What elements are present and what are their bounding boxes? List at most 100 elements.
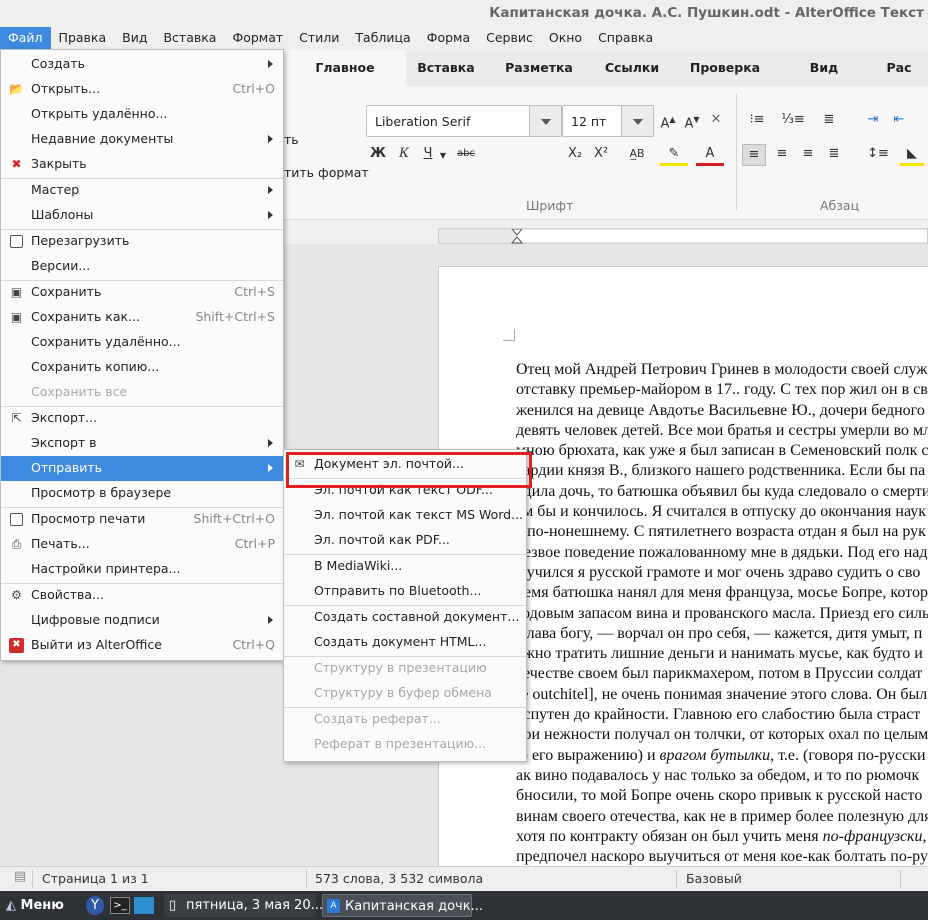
- shrink-font-icon[interactable]: A▼: [682, 110, 702, 132]
- subscript-button[interactable]: X₂: [564, 144, 586, 166]
- indent-decrease-icon[interactable]: ⇤: [888, 110, 910, 132]
- font-name-combo[interactable]: Liberation Serif: [366, 105, 562, 137]
- file_menu-item-22[interactable]: Цифровые подписи: [1, 608, 283, 633]
- strikethrough-button[interactable]: аbc: [454, 144, 478, 166]
- ribbon-tab-4[interactable]: Проверка: [672, 50, 778, 86]
- file_menu-item-15[interactable]: Экспорт в: [1, 431, 283, 456]
- chevron-down-icon[interactable]: [529, 106, 561, 136]
- submenu-arrow-icon: [268, 60, 273, 68]
- send_menu-item-9: Структуру в буфер обмена: [284, 681, 526, 706]
- ribbon-tab-1[interactable]: Вставка: [406, 50, 486, 86]
- file_menu-item-17[interactable]: Просмотр в браузере: [1, 481, 283, 506]
- file_menu-item-11[interactable]: Сохранить удалённо...: [1, 330, 283, 355]
- italic-button[interactable]: К: [394, 144, 414, 166]
- start-menu-button[interactable]: ◭ Меню: [6, 894, 64, 917]
- case-icon[interactable]: A̲B: [622, 144, 652, 166]
- file_menu-item-23[interactable]: ✖ Выйти из AlterOffice Ctrl+Q: [1, 633, 283, 658]
- menu-4[interactable]: Формат: [224, 27, 291, 49]
- ribbon-tab-0[interactable]: Главное: [284, 50, 406, 86]
- ribbon-tab-3[interactable]: Ссылки: [592, 50, 672, 86]
- file_menu-item-10[interactable]: ▣ Сохранить как... Shift+Ctrl+S: [1, 305, 283, 330]
- bullet-list-icon[interactable]: ⁝≡: [742, 110, 772, 132]
- underline-button[interactable]: Ч: [418, 144, 438, 166]
- clone-format-button[interactable]: тить формат: [284, 165, 369, 180]
- file_menu-item-9[interactable]: ▣ Сохранить Ctrl+S: [1, 280, 283, 305]
- file_menu-label: Сохранить удалённо...: [31, 334, 181, 349]
- align-right-button[interactable]: ≡: [796, 144, 820, 166]
- file_menu-item-20[interactable]: Настройки принтера...: [1, 557, 283, 582]
- export-icon: ⇱: [11, 411, 22, 425]
- file_menu-item-12[interactable]: Сохранить копию...: [1, 355, 283, 380]
- send_menu-item-0[interactable]: ✉ Документ эл. почтой...: [284, 452, 526, 477]
- menu-7[interactable]: Форма: [419, 27, 478, 49]
- file_menu-item-3[interactable]: Недавние документы: [1, 127, 283, 152]
- horizontal-ruler[interactable]: [438, 228, 928, 244]
- file_menu-item-1[interactable]: 📂 Открыть... Ctrl+O: [1, 77, 283, 102]
- file_menu-item-6[interactable]: Шаблоны: [1, 203, 283, 228]
- file_menu-label: Перезагрузить: [31, 233, 130, 248]
- numbered-list-icon[interactable]: ⅓≡: [778, 110, 808, 132]
- menu-1[interactable]: Правка: [51, 27, 115, 49]
- ribbon-tab-2[interactable]: Разметка: [486, 50, 592, 86]
- document-text[interactable]: Отец мой Андрей Петрович Гринев в молодо…: [516, 360, 928, 885]
- clear-format-icon[interactable]: ✕: [706, 110, 726, 132]
- shortcut-label: Ctrl+P: [234, 536, 275, 551]
- taskbar-window-document[interactable]: A Капитанская дочк...: [322, 894, 483, 917]
- file_menu-item-19[interactable]: ⎙ Печать... Ctrl+P: [1, 532, 283, 557]
- indent-marker-icon[interactable]: [511, 229, 523, 244]
- taskbar-window-clock[interactable]: ▯ пятница, 3 мая 20...: [164, 894, 323, 917]
- send_menu-item-4[interactable]: В MediaWiki...: [284, 554, 526, 579]
- files-launcher-icon[interactable]: [134, 897, 154, 914]
- ribbon-hidden-label: ть: [284, 132, 299, 147]
- file_menu-item-2[interactable]: Открыть удалённо...: [1, 102, 283, 127]
- line-spacing-icon[interactable]: ↕≡: [864, 144, 892, 166]
- menu-6[interactable]: Таблица: [347, 27, 418, 49]
- page-style[interactable]: Базовый: [686, 871, 742, 886]
- send_menu-item-2[interactable]: Эл. почтой как текст MS Word...: [284, 503, 526, 528]
- bold-button[interactable]: Ж: [368, 144, 388, 166]
- paragraph-fill-icon[interactable]: ◣: [900, 144, 924, 166]
- superscript-button[interactable]: X²: [590, 144, 612, 166]
- terminal-launcher-icon[interactable]: >_: [110, 897, 130, 914]
- menu-9[interactable]: Окно: [541, 27, 590, 49]
- document-line: годовым запасом вина и прованского масла…: [516, 604, 928, 622]
- menu-2[interactable]: Вид: [114, 27, 155, 49]
- file_menu-item-5[interactable]: Мастер: [1, 178, 283, 203]
- send_menu-item-7[interactable]: Создать документ HTML...: [284, 630, 526, 655]
- chevron-down-icon[interactable]: [621, 106, 653, 136]
- font-color-icon[interactable]: A: [696, 144, 724, 166]
- menu-0[interactable]: Файл: [0, 27, 51, 49]
- send_menu-item-3[interactable]: Эл. почтой как PDF...: [284, 528, 526, 553]
- send_menu-item-1[interactable]: Эл. почтой как текст ODF...: [284, 478, 526, 503]
- ribbon-tab-5[interactable]: Вид: [778, 50, 870, 86]
- align-justify-button[interactable]: ≣: [822, 144, 846, 166]
- align-center-button[interactable]: ≡: [770, 144, 794, 166]
- file_menu-item-7[interactable]: Перезагрузить: [1, 229, 283, 254]
- send_menu-item-11: Реферат в презентацию...: [284, 732, 526, 757]
- send_menu-item-6[interactable]: Создать составной документ...: [284, 605, 526, 630]
- menu-3[interactable]: Вставка: [155, 27, 224, 49]
- ribbon-tab-6[interactable]: Рас: [870, 50, 928, 86]
- grow-font-icon[interactable]: A▲: [658, 110, 678, 132]
- file_menu-item-14[interactable]: ⇱ Экспорт...: [1, 406, 283, 431]
- menu-8[interactable]: Сервис: [478, 27, 541, 49]
- file_menu-item-4[interactable]: ✖ Закрыть: [1, 152, 283, 177]
- file_menu-item-18[interactable]: Просмотр печати Shift+Ctrl+O: [1, 507, 283, 532]
- menu-5[interactable]: Стили: [291, 27, 347, 49]
- file_menu-item-21[interactable]: ⚙ Свойства...: [1, 583, 283, 608]
- font-size-combo[interactable]: 12 пт: [562, 105, 654, 137]
- send_menu-item-5[interactable]: Отправить по Bluetooth...: [284, 579, 526, 604]
- align-left-button[interactable]: ≡: [742, 144, 766, 166]
- menu-10[interactable]: Справка: [590, 27, 661, 49]
- highlight-icon[interactable]: ✎: [660, 144, 688, 166]
- chevron-down-icon[interactable]: ▼: [438, 146, 448, 168]
- file_menu-item-0[interactable]: Создать: [1, 52, 283, 77]
- outline-list-icon[interactable]: ≣: [814, 110, 844, 132]
- file_menu-item-8[interactable]: Версии...: [1, 254, 283, 279]
- file_menu-label: Открыть удалённо...: [31, 106, 168, 121]
- send_menu-label: Создать реферат...: [314, 711, 441, 726]
- indent-increase-icon[interactable]: ⇥: [862, 110, 884, 132]
- file_menu-item-16[interactable]: Отправить: [1, 456, 283, 481]
- browser-launcher-icon[interactable]: Y: [86, 896, 104, 915]
- ribbon-tabs: Главное Вставка Разметка Ссылки Проверка Вид Р…: [284, 50, 928, 86]
